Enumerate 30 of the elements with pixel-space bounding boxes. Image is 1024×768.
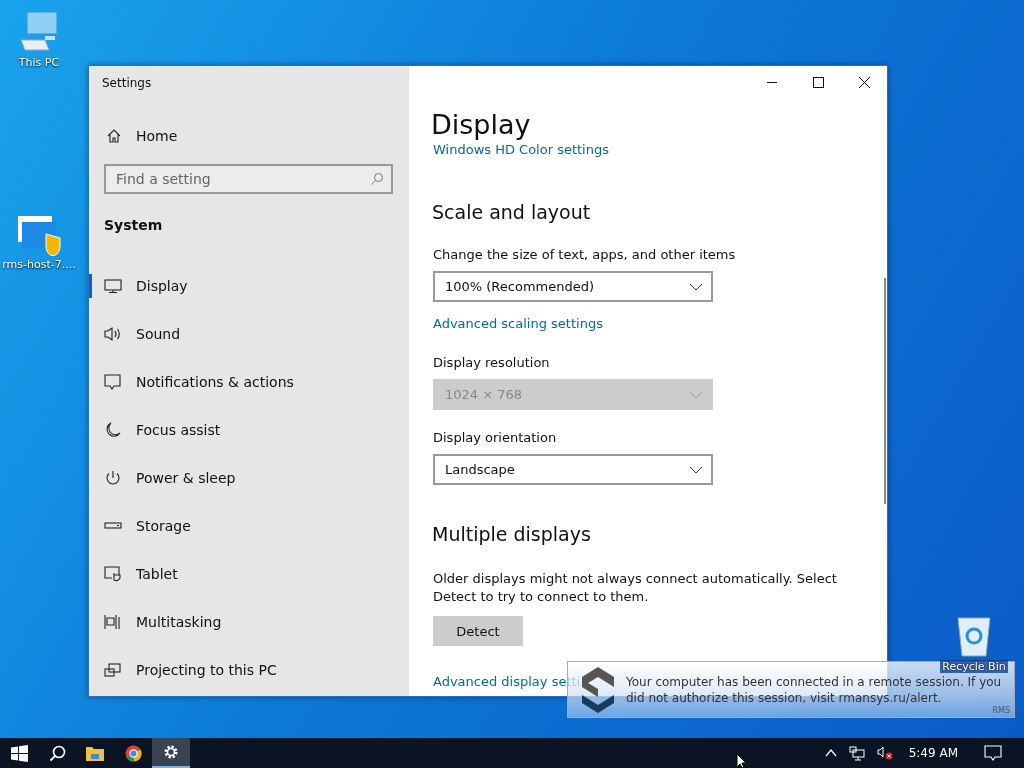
nav-item[interactable]: Projecting to this PC xyxy=(89,646,393,694)
settings-link[interactable]: Windows HD Color settings xyxy=(433,142,609,157)
nav-item[interactable]: Tablet xyxy=(89,550,393,598)
section-heading: Multiple displays xyxy=(432,522,591,547)
section-heading: Scale and layout xyxy=(432,200,591,225)
field-label: Display orientation xyxy=(433,430,557,445)
home-link[interactable]: Home xyxy=(106,128,178,144)
field-label: Display resolution xyxy=(433,355,550,370)
notification-message: Your computer has been connected in a remote session. If you did not authorize this session, visit rmansys.ru/alert. xyxy=(626,673,1003,706)
settings-link[interactable]: Advanced display setti xyxy=(433,674,581,689)
clock-time[interactable]: 5:49 AM xyxy=(908,746,958,760)
nav-item[interactable]: Sound xyxy=(89,310,393,358)
description-text: Older displays might not always connect automatically. Select Detect to try to connect to them. xyxy=(433,570,838,606)
desktop-icon-label[interactable]: Recycle Bin xyxy=(940,660,1008,673)
dropdown[interactable]: 100% (Recommended) xyxy=(433,271,713,302)
nav-item[interactable]: Display xyxy=(89,262,393,310)
nav-item[interactable]: Storage xyxy=(89,502,393,550)
nav-item[interactable]: Multitasking xyxy=(89,598,393,646)
window-title: Settings xyxy=(102,76,153,90)
search-field[interactable]: Find a setting xyxy=(104,164,393,194)
section-heading: System xyxy=(104,217,164,233)
page-title: Display xyxy=(431,108,531,142)
brand-label: RMS xyxy=(992,706,1010,715)
nav-item[interactable]: Focus assist xyxy=(89,406,393,454)
nav-item[interactable]: Power & sleep xyxy=(89,454,393,502)
dropdown[interactable]: Landscape xyxy=(433,454,713,485)
nav-item[interactable]: Notifications & actions xyxy=(89,358,393,406)
field-label: Change the size of text, apps, and other items xyxy=(433,247,736,262)
settings-link[interactable]: Advanced scaling settings xyxy=(433,316,603,331)
detect-button[interactable]: Detect xyxy=(433,616,523,646)
